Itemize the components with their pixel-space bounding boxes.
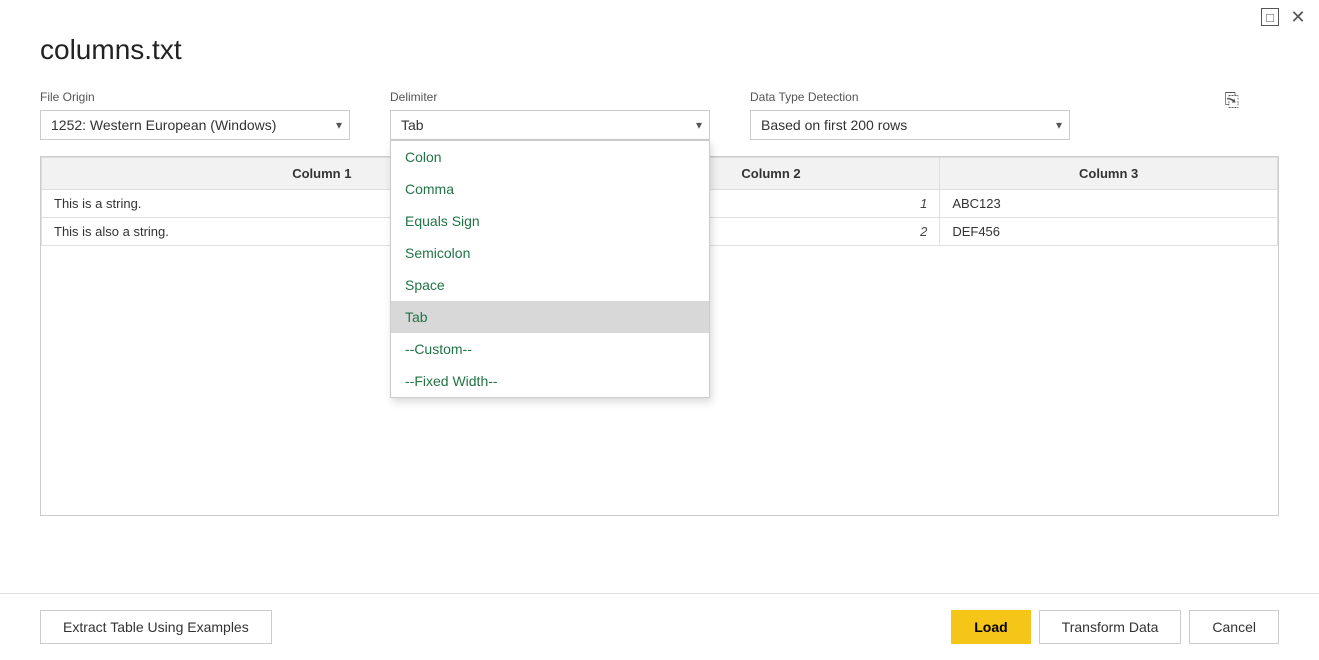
- delimiter-group: Delimiter Tab ▾ Colon Comma Equals Sign …: [390, 90, 710, 140]
- delimiter-option-semicolon[interactable]: Semicolon: [391, 237, 709, 269]
- delimiter-option-colon[interactable]: Colon: [391, 141, 709, 173]
- delimiter-select[interactable]: Tab: [390, 110, 710, 140]
- data-type-label: Data Type Detection: [750, 90, 1070, 104]
- data-type-group: Data Type Detection Based on first 200 r…: [750, 90, 1070, 140]
- dialog-title: columns.txt: [40, 34, 1279, 66]
- controls-row: File Origin 1252: Western European (Wind…: [40, 90, 1279, 140]
- bottom-right-buttons: Load Transform Data Cancel: [951, 610, 1279, 644]
- delimiter-label: Delimiter: [390, 90, 710, 104]
- controls-row-wrapper: File Origin 1252: Western European (Wind…: [40, 90, 1279, 516]
- col3-header: Column 3: [940, 158, 1278, 190]
- cancel-button[interactable]: Cancel: [1189, 610, 1279, 644]
- delimiter-option-equals[interactable]: Equals Sign: [391, 205, 709, 237]
- minimize-button[interactable]: □: [1261, 8, 1279, 26]
- file-origin-select[interactable]: 1252: Western European (Windows): [40, 110, 350, 140]
- cell-row1-col3: ABC123: [940, 190, 1278, 218]
- delimiter-dropdown: Colon Comma Equals Sign Semicolon Space …: [390, 140, 710, 398]
- file-origin-group: File Origin 1252: Western European (Wind…: [40, 90, 350, 140]
- cell-row2-col3: DEF456: [940, 218, 1278, 246]
- delimiter-option-custom[interactable]: --Custom--: [391, 333, 709, 365]
- data-type-select-wrapper: Based on first 200 rows ▾: [750, 110, 1070, 140]
- extract-table-button[interactable]: Extract Table Using Examples: [40, 610, 272, 644]
- transform-data-button[interactable]: Transform Data: [1039, 610, 1182, 644]
- dialog-content: columns.txt File Origin 1252: Western Eu…: [0, 34, 1319, 536]
- delimiter-select-wrapper: Tab ▾: [390, 110, 710, 140]
- close-button[interactable]: ✕: [1289, 8, 1307, 26]
- refresh-icon[interactable]: ⎘: [1225, 90, 1239, 111]
- bottom-bar: Extract Table Using Examples Load Transf…: [0, 593, 1319, 660]
- file-origin-select-wrapper: 1252: Western European (Windows) ▾: [40, 110, 350, 140]
- icon-area: ⎘: [1225, 90, 1239, 111]
- title-bar: □ ✕: [0, 0, 1319, 34]
- load-button[interactable]: Load: [951, 610, 1030, 644]
- delimiter-option-comma[interactable]: Comma: [391, 173, 709, 205]
- data-type-select[interactable]: Based on first 200 rows: [750, 110, 1070, 140]
- delimiter-option-fixed-width[interactable]: --Fixed Width--: [391, 365, 709, 397]
- delimiter-option-space[interactable]: Space: [391, 269, 709, 301]
- delimiter-option-tab[interactable]: Tab: [391, 301, 709, 333]
- file-origin-label: File Origin: [40, 90, 350, 104]
